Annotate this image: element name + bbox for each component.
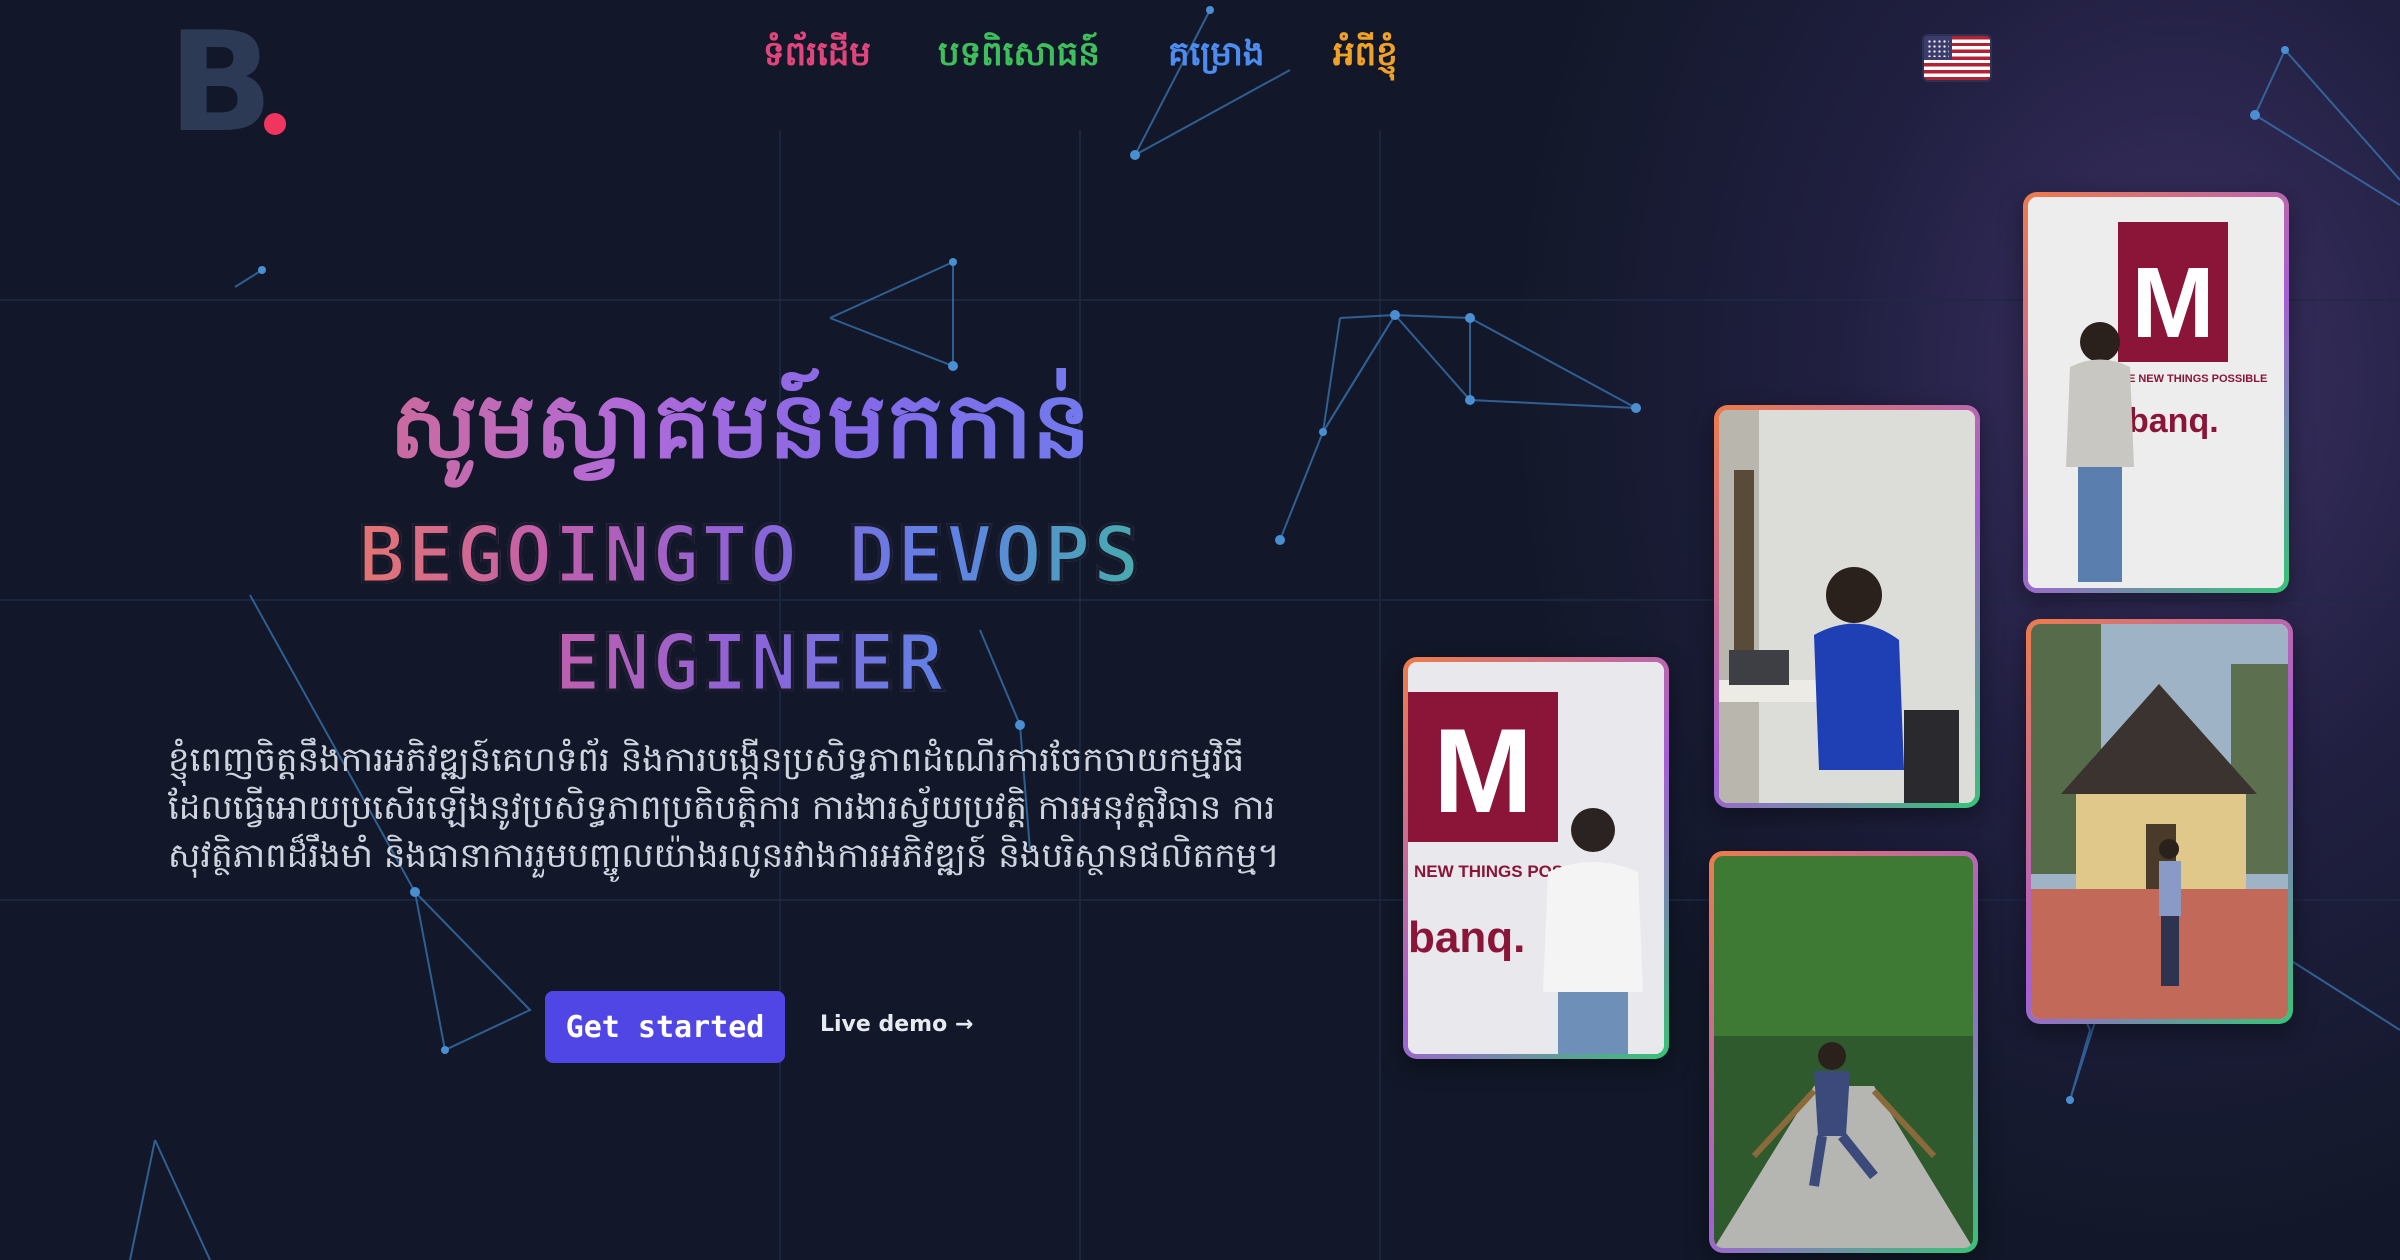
nav-item-experience[interactable]: បទពិសោធន៍ <box>938 32 1100 82</box>
live-demo-link[interactable]: Live demo → <box>820 1012 973 1037</box>
svg-text:banq.: banq. <box>2128 402 2219 440</box>
hero-greeting: សូមស្វាគមន៍មកកាន់ <box>170 360 1310 490</box>
hero-title-line2: ENGINEER <box>553 618 946 711</box>
gallery-photo-bamboo-path[interactable] <box>1709 851 1978 1253</box>
gallery-photo-temple[interactable] <box>2026 619 2293 1024</box>
top-navigation: ទំព័រដើម បទពិសោធន៍ គម្រោង អំពីខ្ញុំ <box>0 28 2400 88</box>
sign-text-2: banq. <box>1408 913 1525 962</box>
hero-title-line1: BEGOINGTO DEVOPS <box>357 510 1142 603</box>
gallery-photo-workstation[interactable] <box>1714 405 1980 808</box>
gallery-photo-banq-office[interactable]: M KE NEW THINGS POSSIBLE banq. <box>2023 192 2289 593</box>
us-flag-icon[interactable] <box>1924 36 1990 80</box>
hero-title: BEGOINGTO DEVOPS ENGINEER <box>300 502 1200 718</box>
hero-description: ខ្ញុំពេញចិត្តនឹងការអភិវឌ្ឍន៍គេហទំព័រ និង… <box>168 740 1280 876</box>
logo-dot <box>264 113 286 135</box>
svg-text:M: M <box>1433 704 1533 838</box>
nav-item-about[interactable]: អំពីខ្ញុំ <box>1333 32 1398 82</box>
gallery-photo-office-sign[interactable]: M NEW THINGS POSS banq. <box>1403 657 1669 1059</box>
get-started-button[interactable]: Get started <box>545 991 785 1063</box>
sign-text-3: KE NEW THINGS POSSIBLE <box>2120 373 2267 385</box>
svg-text:M: M <box>2131 247 2214 359</box>
nav-item-projects[interactable]: គម្រោង <box>1168 32 1264 82</box>
nav-item-home[interactable]: ទំព័រដើម <box>763 32 871 82</box>
